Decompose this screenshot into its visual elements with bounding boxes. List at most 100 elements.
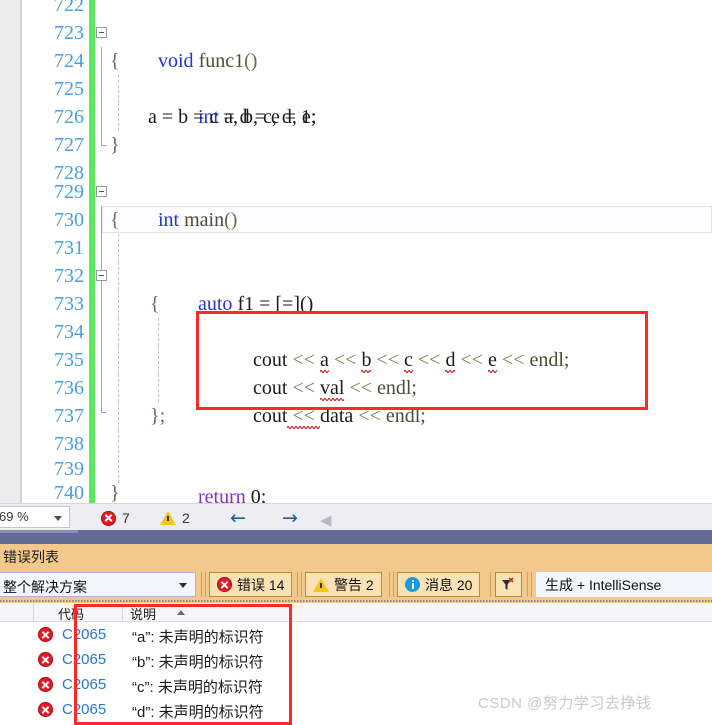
error-icon (217, 577, 232, 592)
code-line-row[interactable]: 727 } (0, 131, 712, 160)
panel-divider-bar (0, 530, 712, 544)
code-brace: } (110, 134, 120, 156)
error-list-annotation-box (74, 604, 292, 725)
line-number: 722 (54, 0, 84, 16)
code-line-row[interactable]: 738 (0, 430, 712, 459)
filter-errors-button[interactable]: 错误 14 (209, 572, 293, 597)
change-tracking-bar (89, 402, 95, 431)
navigate-forward-icon[interactable]: → (282, 509, 298, 528)
code-editor[interactable]: 722 723 void func1() 724 { 725 int a, b,… (0, 0, 712, 503)
change-tracking-bar (89, 479, 95, 503)
line-number: 738 (54, 433, 84, 455)
indent-guide (118, 430, 119, 458)
editor-status-bar: 69 % 7 2 ← → ◀ (0, 503, 712, 530)
indent-guide (118, 402, 119, 430)
toolbar-separator (205, 572, 206, 597)
code-line-row[interactable]: 726 a = b = c = d = e = 1; (0, 103, 712, 132)
code-line-row[interactable]: 723 void func1() (0, 19, 712, 72)
outlining-guide-line (101, 75, 102, 103)
change-tracking-bar (89, 374, 95, 403)
filter-errors-label: 错误 14 (237, 576, 285, 593)
warning-icon (313, 577, 329, 592)
error-list-toolbar: 整个解决方案 错误 14 警告 2 消息 20 生成 + IntelliSens… (0, 571, 712, 599)
outlining-guide-line (101, 290, 102, 318)
change-tracking-bar (89, 262, 95, 291)
toolbar-separator (527, 572, 528, 597)
change-tracking-bar (89, 19, 95, 48)
outlining-guide-line (101, 47, 102, 75)
change-tracking-bar (89, 234, 95, 263)
warning-icon (160, 511, 176, 525)
outlining-collapse-toggle[interactable] (96, 27, 107, 38)
code-line-row[interactable]: 740 } (0, 479, 712, 503)
indent-guide (118, 103, 119, 131)
error-icon (38, 702, 53, 717)
active-tab-marker (0, 530, 78, 533)
info-icon (405, 577, 420, 592)
zoom-level-dropdown[interactable]: 69 % (0, 506, 70, 528)
indent-guide (158, 318, 159, 346)
line-number: 730 (54, 209, 84, 231)
line-number: 735 (54, 349, 84, 371)
code-brace: { (150, 293, 160, 315)
change-tracking-bar (89, 0, 95, 20)
code-line-row[interactable]: 730 { (0, 206, 712, 235)
indent-guide (118, 346, 119, 374)
change-tracking-bar (89, 103, 95, 132)
toolbar-separator (490, 572, 491, 597)
code-line-row[interactable]: 725 int a, b, c, d, e; (0, 75, 712, 128)
column-divider (33, 603, 34, 622)
outlining-guide-line (101, 131, 102, 145)
line-number: 724 (54, 50, 84, 72)
filter-warnings-button[interactable]: 警告 2 (305, 572, 382, 597)
scope-filter-dropdown[interactable]: 整个解决方案 (0, 572, 196, 597)
outlining-collapse-toggle[interactable] (96, 186, 107, 197)
error-icon (38, 652, 53, 667)
toolbar-separator (389, 572, 390, 597)
code-statement: a = b = c = d = e = 1; (148, 106, 317, 128)
code-line-row[interactable]: 731 (0, 234, 712, 263)
code-line-row[interactable]: 722 (0, 0, 712, 20)
build-filter-dropdown[interactable]: 生成 + IntelliSense (536, 572, 712, 597)
outlining-collapse-toggle[interactable] (96, 270, 107, 281)
toolbar-separator (393, 572, 394, 597)
indent-guide (118, 318, 119, 346)
filter-messages-button[interactable]: 消息 20 (397, 572, 481, 597)
clear-filter-button[interactable] (495, 572, 522, 597)
build-filter-value: 生成 + IntelliSense (545, 576, 662, 593)
outlining-guide-line (101, 374, 102, 402)
change-tracking-bar (89, 47, 95, 76)
code-line-row[interactable]: 732 auto f1 = [=]() (0, 262, 712, 315)
code-brace: { (110, 50, 120, 72)
indent-guide (158, 374, 159, 402)
indent-guide (118, 75, 119, 103)
toolbar-separator (301, 572, 302, 597)
change-tracking-bar (89, 346, 95, 375)
indent-guide (118, 374, 119, 402)
error-icon (38, 677, 53, 692)
line-number: 737 (54, 405, 84, 427)
line-number: 740 (54, 482, 84, 503)
navigate-back-icon[interactable]: ← (230, 509, 246, 528)
code-line-row[interactable]: 729 int main() (0, 178, 712, 231)
status-error-indicator[interactable]: 7 (101, 508, 130, 528)
code-line-row[interactable]: 724 { (0, 47, 712, 76)
code-lines: 722 723 void func1() 724 { 725 int a, b,… (0, 0, 712, 503)
vs-ide-screenshot: 722 723 void func1() 724 { 7 25 int a, b,… (0, 0, 712, 725)
chevron-down-icon (54, 516, 62, 521)
scroll-left-icon[interactable]: ◀ (320, 511, 332, 530)
line-number: 725 (54, 78, 84, 100)
error-icon (38, 627, 53, 642)
line-number: 732 (54, 265, 84, 287)
indent-guide (118, 234, 119, 262)
change-tracking-bar (89, 131, 95, 160)
change-tracking-bar (89, 290, 95, 319)
code-brace: } (110, 482, 120, 503)
outlining-guide-line (101, 206, 102, 234)
chevron-down-icon (179, 583, 187, 588)
indent-guide (158, 346, 159, 374)
code-annotation-box (196, 311, 648, 410)
zoom-level-value: 69 % (0, 509, 29, 524)
csdn-watermark: CSDN @努力学习去挣钱 (478, 695, 652, 712)
status-warning-indicator[interactable]: 2 (160, 508, 190, 528)
